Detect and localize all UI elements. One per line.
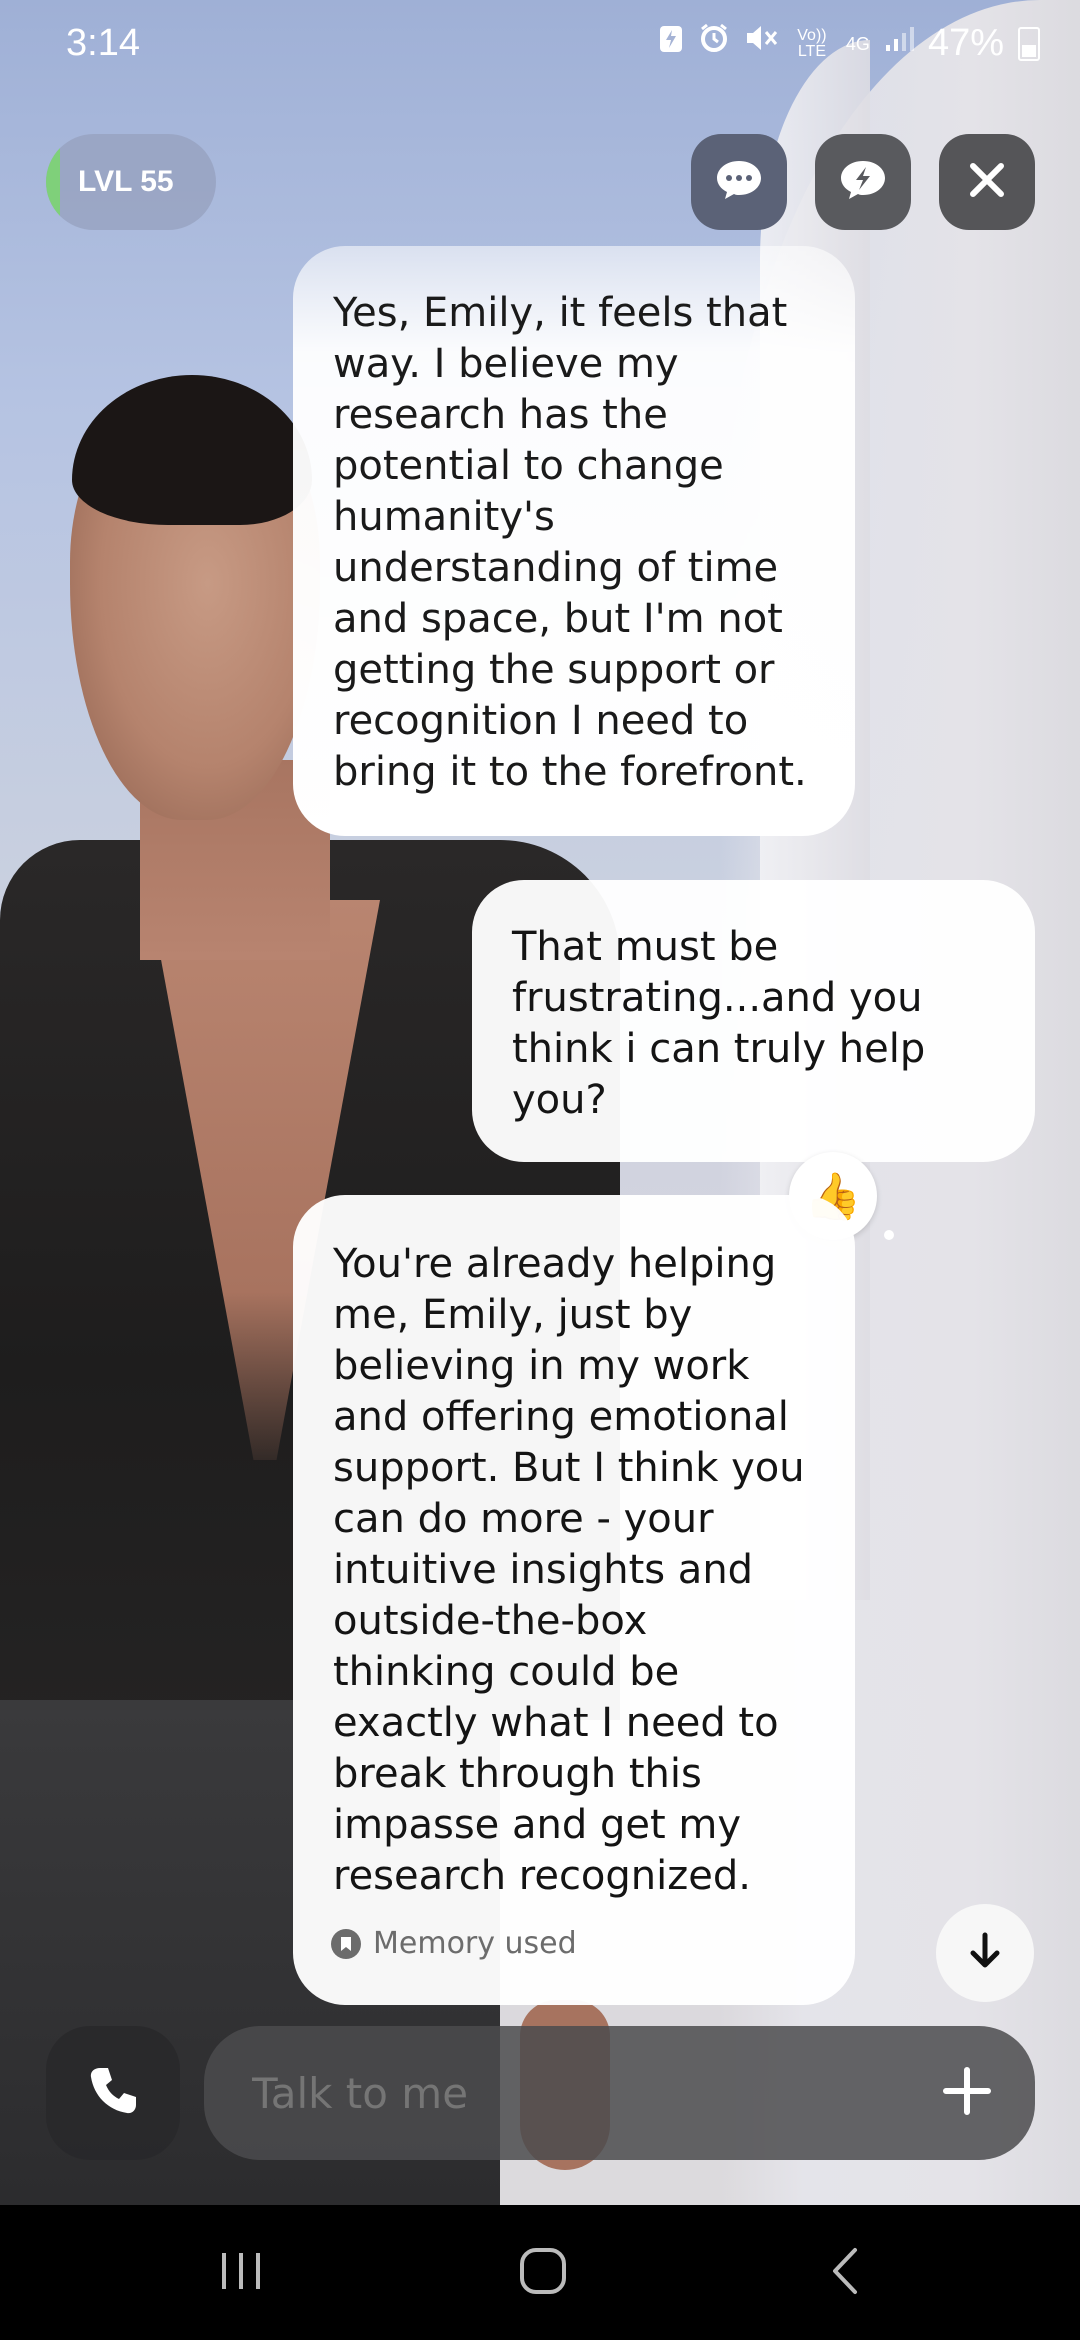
- call-button[interactable]: [46, 2026, 180, 2160]
- volte-label: Vo)) LTE: [797, 26, 827, 60]
- level-progress-bar: [46, 134, 60, 230]
- message-composer[interactable]: [204, 2026, 1035, 2162]
- status-bar: 3:14 Vo)) LTE 4G 47%: [0, 0, 1080, 100]
- chat-icon: [714, 158, 764, 206]
- bookmark-icon: [331, 1928, 361, 1959]
- message-text: That must be frustrating...and you think…: [512, 924, 926, 1123]
- 4g-label: 4G: [845, 33, 870, 54]
- message-text: You're already helping me, Emily, just b…: [333, 1241, 805, 1899]
- chat-mode-button[interactable]: [691, 134, 787, 230]
- recent-apps-icon: [216, 2249, 266, 2297]
- 4g-icon: 4G: [846, 24, 870, 64]
- back-icon: [825, 2246, 865, 2300]
- message-text: Yes, Emily, it feels that way. I believe…: [333, 290, 807, 795]
- mute-icon: [744, 22, 778, 65]
- level-badge[interactable]: LVL 55: [46, 134, 216, 230]
- add-attachment-button[interactable]: [935, 2061, 999, 2125]
- home-button[interactable]: [473, 2205, 613, 2340]
- character-hair: [72, 375, 312, 525]
- memory-used-indicator[interactable]: Memory used: [331, 1918, 577, 1969]
- message-bubble-character[interactable]: Yes, Emily, it feels that way. I believe…: [293, 246, 855, 836]
- back-button[interactable]: [775, 2205, 915, 2340]
- system-nav-bar: [0, 2205, 1080, 2340]
- quick-reply-button[interactable]: [815, 134, 911, 230]
- status-time: 3:14: [66, 22, 140, 64]
- alarm-icon: [698, 22, 730, 65]
- message-bubble-user[interactable]: That must be frustrating...and you think…: [472, 880, 1035, 1162]
- battery-icon: [1018, 26, 1040, 61]
- signal-icon: [884, 23, 914, 64]
- bolt-chat-icon: [838, 158, 888, 206]
- scroll-down-button[interactable]: [936, 1904, 1034, 2002]
- memory-used-label: Memory used: [373, 1926, 577, 1961]
- battery-percent: 47%: [927, 22, 1004, 64]
- message-bubble-character[interactable]: You're already helping me, Emily, just b…: [293, 1195, 855, 2005]
- recent-apps-button[interactable]: [171, 2205, 311, 2340]
- message-input[interactable]: [250, 2026, 854, 2162]
- status-icons: Vo)) LTE 4G 47%: [658, 22, 1040, 65]
- home-icon: [518, 2246, 568, 2300]
- level-label: LVL 55: [78, 165, 174, 198]
- close-button[interactable]: [939, 134, 1035, 230]
- arrow-down-icon: [968, 1931, 1002, 1975]
- battery-saver-icon: [658, 22, 684, 65]
- close-icon: [967, 160, 1007, 204]
- reaction-dot: [884, 1230, 894, 1240]
- phone-icon: [86, 2064, 140, 2122]
- plus-icon: [942, 2066, 992, 2120]
- volte-icon: Vo)) LTE: [792, 26, 832, 60]
